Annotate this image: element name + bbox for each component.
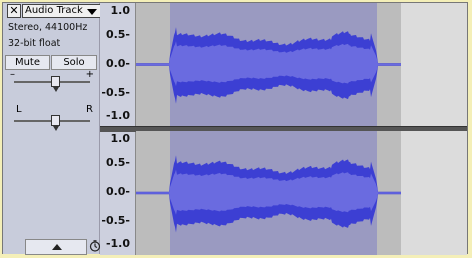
pan-slider[interactable]: L R [8, 104, 96, 131]
track-titlebar: ✕ Audio Track [5, 4, 101, 21]
gain-slider-thumb[interactable] [51, 76, 61, 92]
waveform-empty-region [401, 131, 467, 255]
track-menu-button[interactable]: Audio Track [22, 4, 101, 18]
collapse-track-button[interactable] [25, 239, 87, 255]
waveform-empty-region [401, 3, 467, 126]
gain-plus-label: + [85, 69, 94, 80]
ruler-tick-label: 0.5- [105, 156, 130, 169]
gain-slider[interactable]: – + [8, 69, 96, 92]
track-name-label: Audio Track [25, 5, 83, 16]
solo-button[interactable]: Solo [51, 55, 97, 70]
waveform-channel-top[interactable] [136, 3, 467, 126]
amplitude-ruler-top: 1.0 0.5- 0.0- -0.5- -1.0 [100, 3, 136, 126]
ruler-tick-label: -1.0 [105, 237, 130, 250]
ruler-tick-label: 0.5- [105, 28, 130, 41]
ruler-tick-label: -0.5- [101, 214, 130, 227]
dropdown-arrow-icon [87, 9, 97, 15]
ruler-tick-label: 1.0 [110, 4, 131, 17]
track-format-info: Stereo, 44100Hz [8, 22, 88, 33]
track-control-panel: ✕ Audio Track Stereo, 44100Hz 32-bit flo… [3, 3, 101, 255]
amplitude-ruler-bottom: 1.0 0.5- 0.0- -0.5- -1.0 [100, 131, 136, 255]
ruler-tick-label: -0.5- [101, 86, 130, 99]
ruler-tick-label: -1.0 [105, 109, 130, 122]
ruler-tick-label: 0.0- [105, 185, 130, 198]
pan-right-label: R [86, 104, 93, 115]
close-track-button[interactable]: ✕ [7, 4, 21, 18]
track-bitdepth-info: 32-bit float [8, 38, 61, 49]
ruler-tick-label: 1.0 [110, 132, 131, 145]
pan-left-label: L [16, 104, 22, 115]
ruler-tick-label: 0.0- [105, 57, 130, 70]
waveform-channel-bottom[interactable] [136, 131, 467, 255]
gain-minus-label: – [10, 69, 15, 80]
pan-slider-thumb[interactable] [51, 115, 61, 131]
mute-button[interactable]: Mute [5, 55, 50, 70]
